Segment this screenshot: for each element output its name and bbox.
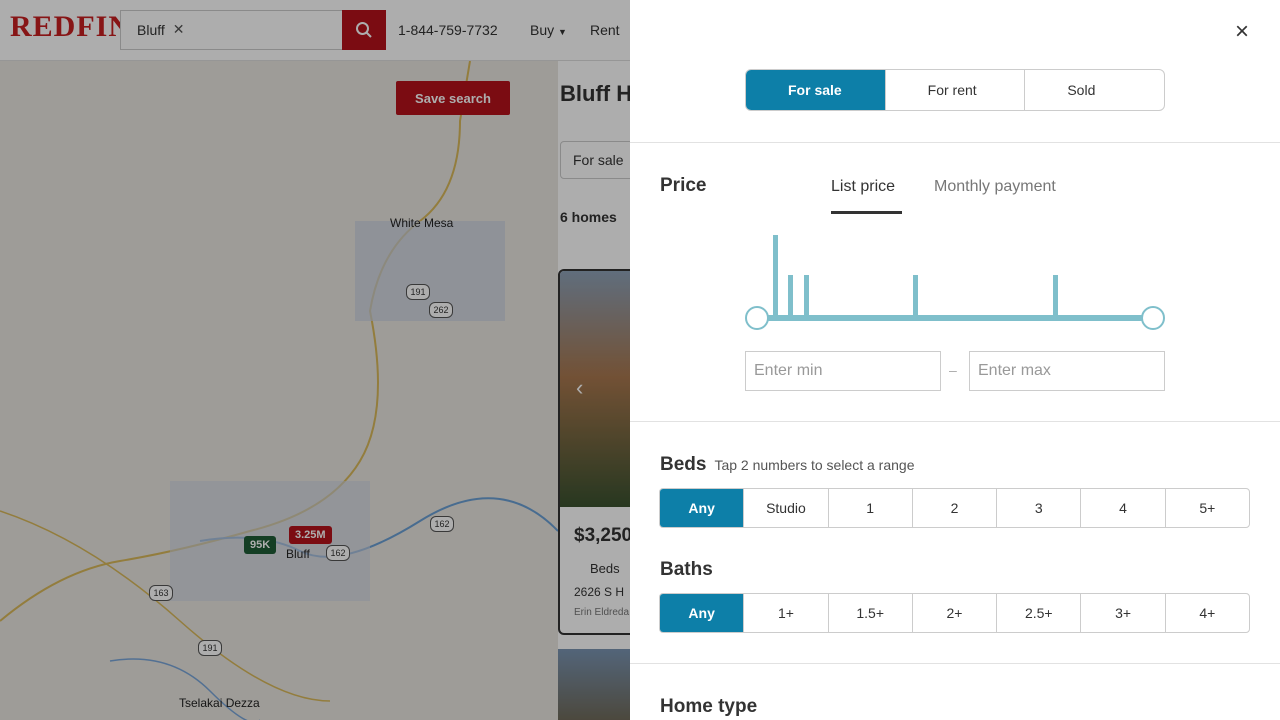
beds-section-title: Beds Tap 2 numbers to select a range [660, 454, 914, 476]
price-section-title: Price [660, 175, 707, 196]
baths-option-2-plus[interactable]: 2+ [913, 594, 998, 632]
beds-options: Any Studio 1 2 3 4 5+ [659, 488, 1250, 528]
beds-option-studio[interactable]: Studio [744, 489, 829, 527]
divider [630, 663, 1280, 664]
close-icon[interactable]: × [1230, 20, 1254, 44]
price-slider-min-handle[interactable] [745, 306, 769, 330]
beds-option-any[interactable]: Any [660, 489, 745, 527]
baths-option-any[interactable]: Any [660, 594, 745, 632]
listing-type-toggle: For sale For rent Sold [745, 69, 1165, 111]
overlay-scrim[interactable] [0, 0, 630, 720]
baths-option-1-5-plus[interactable]: 1.5+ [829, 594, 913, 632]
beds-option-5-plus[interactable]: 5+ [1166, 489, 1249, 527]
listing-type-sold[interactable]: Sold [1025, 70, 1164, 110]
beds-option-1[interactable]: 1 [829, 489, 913, 527]
beds-hint: Tap 2 numbers to select a range [714, 457, 915, 473]
tab-monthly-payment[interactable]: Monthly payment [934, 178, 1056, 196]
baths-option-1-plus[interactable]: 1+ [744, 594, 829, 632]
price-histogram [773, 235, 1058, 320]
tab-list-price[interactable]: List price [831, 178, 895, 196]
divider [630, 142, 1280, 143]
home-type-section-title: Home type [660, 696, 758, 717]
baths-option-3-plus[interactable]: 3+ [1081, 594, 1166, 632]
beds-option-4[interactable]: 4 [1081, 489, 1166, 527]
beds-option-3[interactable]: 3 [997, 489, 1082, 527]
active-tab-underline [831, 211, 902, 214]
range-separator: – [949, 362, 957, 378]
baths-options: Any 1+ 1.5+ 2+ 2.5+ 3+ 4+ [659, 593, 1250, 633]
filters-panel: × For sale For rent Sold Price List pric… [630, 0, 1280, 720]
baths-option-4-plus[interactable]: 4+ [1166, 594, 1249, 632]
price-slider-max-handle[interactable] [1141, 306, 1165, 330]
baths-option-2-5-plus[interactable]: 2.5+ [997, 594, 1082, 632]
beds-option-2[interactable]: 2 [913, 489, 998, 527]
price-max-input[interactable]: Enter max [969, 351, 1165, 391]
divider [630, 421, 1280, 422]
price-min-input[interactable]: Enter min [745, 351, 941, 391]
baths-section-title: Baths [660, 559, 713, 580]
price-slider-track[interactable] [756, 315, 1153, 321]
beds-title: Beds [660, 454, 707, 475]
listing-type-for-sale[interactable]: For sale [746, 70, 886, 110]
listing-type-for-rent[interactable]: For rent [886, 70, 1026, 110]
